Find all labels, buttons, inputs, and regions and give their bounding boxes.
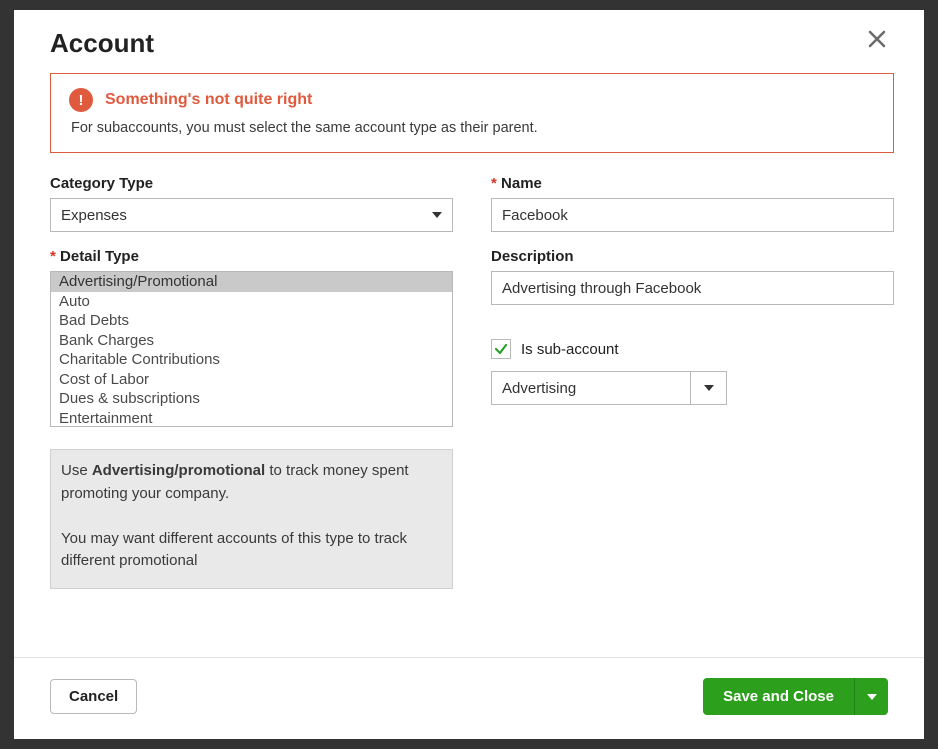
close-icon [866,28,888,50]
detail-type-label: Detail Type [50,248,453,265]
alert-title: Something's not quite right [105,91,312,109]
modal-title: Account [50,28,154,59]
category-type-field: Category Type Expenses [50,175,453,232]
modal-footer: Cancel Save and Close [14,657,924,739]
close-button[interactable] [866,28,888,53]
description-label: Description [491,248,894,265]
sub-account-checkbox[interactable] [491,339,511,359]
help-prefix: Use [61,462,92,479]
save-button-group: Save and Close [703,678,888,715]
list-item[interactable]: Auto [51,292,452,312]
sub-account-label: Is sub-account [521,341,619,358]
list-item[interactable]: Cost of Labor [51,370,452,390]
description-input[interactable] [491,271,894,305]
modal-header: Account [14,10,924,67]
list-item[interactable]: Dues & subscriptions [51,389,452,409]
category-type-label: Category Type [50,175,453,192]
detail-help-text-2: You may want different accounts of this … [61,528,438,573]
chevron-down-icon [704,385,714,391]
list-item[interactable]: Entertainment [51,409,452,428]
name-input[interactable] [491,198,894,232]
account-modal: Account ! Something's not quite right Fo… [14,10,924,739]
category-type-value: Expenses [61,207,127,224]
category-type-select[interactable]: Expenses [50,198,453,232]
alert-icon: ! [69,88,93,112]
save-dropdown-button[interactable] [854,678,888,715]
modal-body-wrap: ! Something's not quite right For subacc… [14,67,924,653]
detail-help-text-1: Use Advertising/promotional to track mon… [61,460,438,505]
alert-message: For subaccounts, you must select the sam… [69,120,875,136]
sub-account-row: Is sub-account [491,339,894,359]
parent-account-row: Advertising [491,371,894,405]
list-item[interactable]: Bank Charges [51,331,452,351]
name-field: Name [491,175,894,232]
detail-type-listbox[interactable]: Advertising/PromotionalAutoBad DebtsBank… [50,271,453,427]
parent-account-value: Advertising [502,380,576,397]
form-columns: Category Type Expenses Detail Type Adver… [50,175,894,589]
list-item[interactable]: Charitable Contributions [51,350,452,370]
parent-account-select[interactable]: Advertising [491,371,691,405]
check-icon [494,342,508,356]
list-item[interactable]: Advertising/Promotional [51,272,452,292]
alert-header-row: ! Something's not quite right [69,88,875,112]
right-column: Name Description Is sub-account [491,175,894,589]
chevron-down-icon [867,694,877,700]
detail-type-field: Detail Type Advertising/PromotionalAutoB… [50,248,453,427]
save-and-close-button[interactable]: Save and Close [703,678,854,715]
modal-body[interactable]: ! Something's not quite right For subacc… [50,67,918,607]
list-item[interactable]: Bad Debts [51,311,452,331]
cancel-button[interactable]: Cancel [50,679,137,714]
help-bold: Advertising/promotional [92,462,265,479]
detail-help-panel[interactable]: Use Advertising/promotional to track mon… [50,449,453,589]
left-column: Category Type Expenses Detail Type Adver… [50,175,453,589]
description-field: Description [491,248,894,305]
name-label: Name [491,175,894,192]
chevron-down-icon [432,212,442,218]
error-alert: ! Something's not quite right For subacc… [50,73,894,153]
parent-account-caret[interactable] [691,371,727,405]
